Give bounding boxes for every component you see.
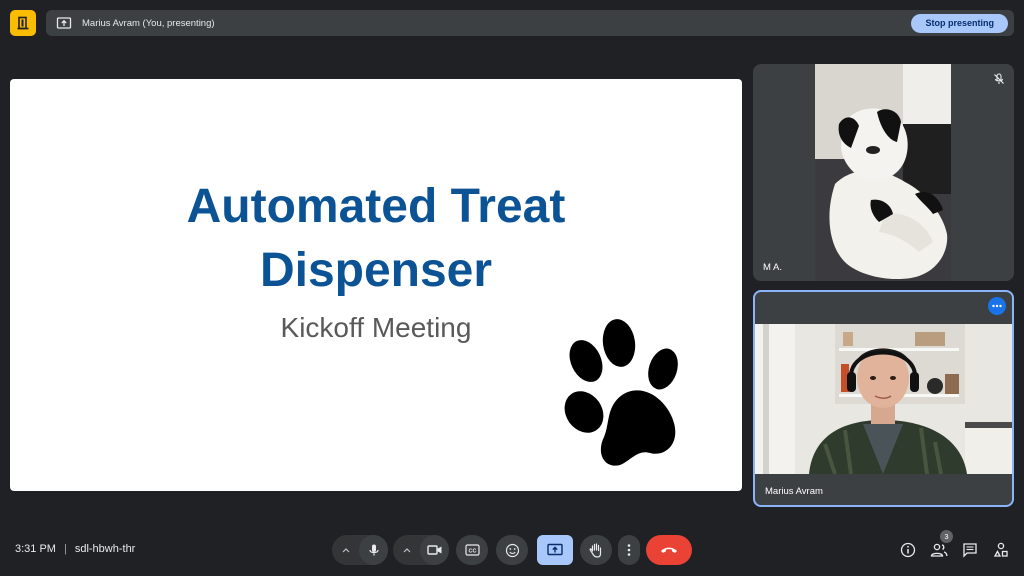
slide-title-line2: Dispenser [259, 244, 493, 297]
slide-title-line1: Automated Treat [186, 180, 566, 233]
slide-title: Automated Treat Dispenser [10, 175, 742, 303]
presentation-slide: Automated Treat Dispenser Kickoff Meetin… [10, 79, 742, 491]
meeting-time: 3:31 PM [15, 543, 56, 555]
end-call-icon[interactable] [646, 535, 692, 565]
stop-presenting-button[interactable]: Stop presenting [911, 13, 1008, 33]
present-now-icon[interactable] [537, 535, 573, 565]
raise-hand-icon[interactable] [580, 535, 612, 565]
door-exit-icon[interactable] [10, 10, 36, 36]
chat-icon[interactable] [960, 540, 980, 560]
video-options-chevron-up-icon[interactable] [393, 535, 420, 565]
audio-options-chevron-up-icon[interactable] [332, 535, 359, 565]
participant-tile[interactable]: M A. [753, 64, 1014, 281]
meeting-details: 3:31 PM | sdl-hbwh-thr [15, 543, 135, 555]
activities-icon[interactable] [991, 540, 1011, 560]
participant-name: Marius Avram [765, 486, 823, 497]
meeting-code: sdl-hbwh-thr [74, 543, 136, 555]
presenting-label: Marius Avram (You, presenting) [82, 17, 215, 29]
camera-control-group [393, 535, 449, 565]
video-camera-icon[interactable] [420, 535, 449, 565]
participant-video [755, 324, 1012, 474]
microphone-icon[interactable] [359, 535, 388, 565]
people-icon[interactable] [929, 540, 949, 560]
emoji-icon[interactable] [496, 535, 528, 565]
more-options-icon[interactable] [988, 297, 1006, 315]
self-participant-tile[interactable]: Marius Avram [753, 290, 1014, 507]
svg-text:CC: CC [468, 548, 476, 554]
participant-video [815, 64, 951, 281]
presenting-banner: Marius Avram (You, presenting) Stop pres… [46, 10, 1014, 36]
people-count-badge: 3 [940, 530, 953, 543]
more-vertical-icon[interactable] [618, 535, 640, 565]
mic-off-icon [992, 72, 1006, 86]
present-screen-icon [56, 15, 72, 31]
meeting-separator: | [63, 543, 67, 555]
participant-name: M A. [763, 262, 783, 273]
closed-captions-icon[interactable]: CC [456, 535, 488, 565]
paw-print-icon [564, 319, 678, 466]
mic-control-group [332, 535, 388, 565]
info-icon[interactable] [898, 540, 918, 560]
